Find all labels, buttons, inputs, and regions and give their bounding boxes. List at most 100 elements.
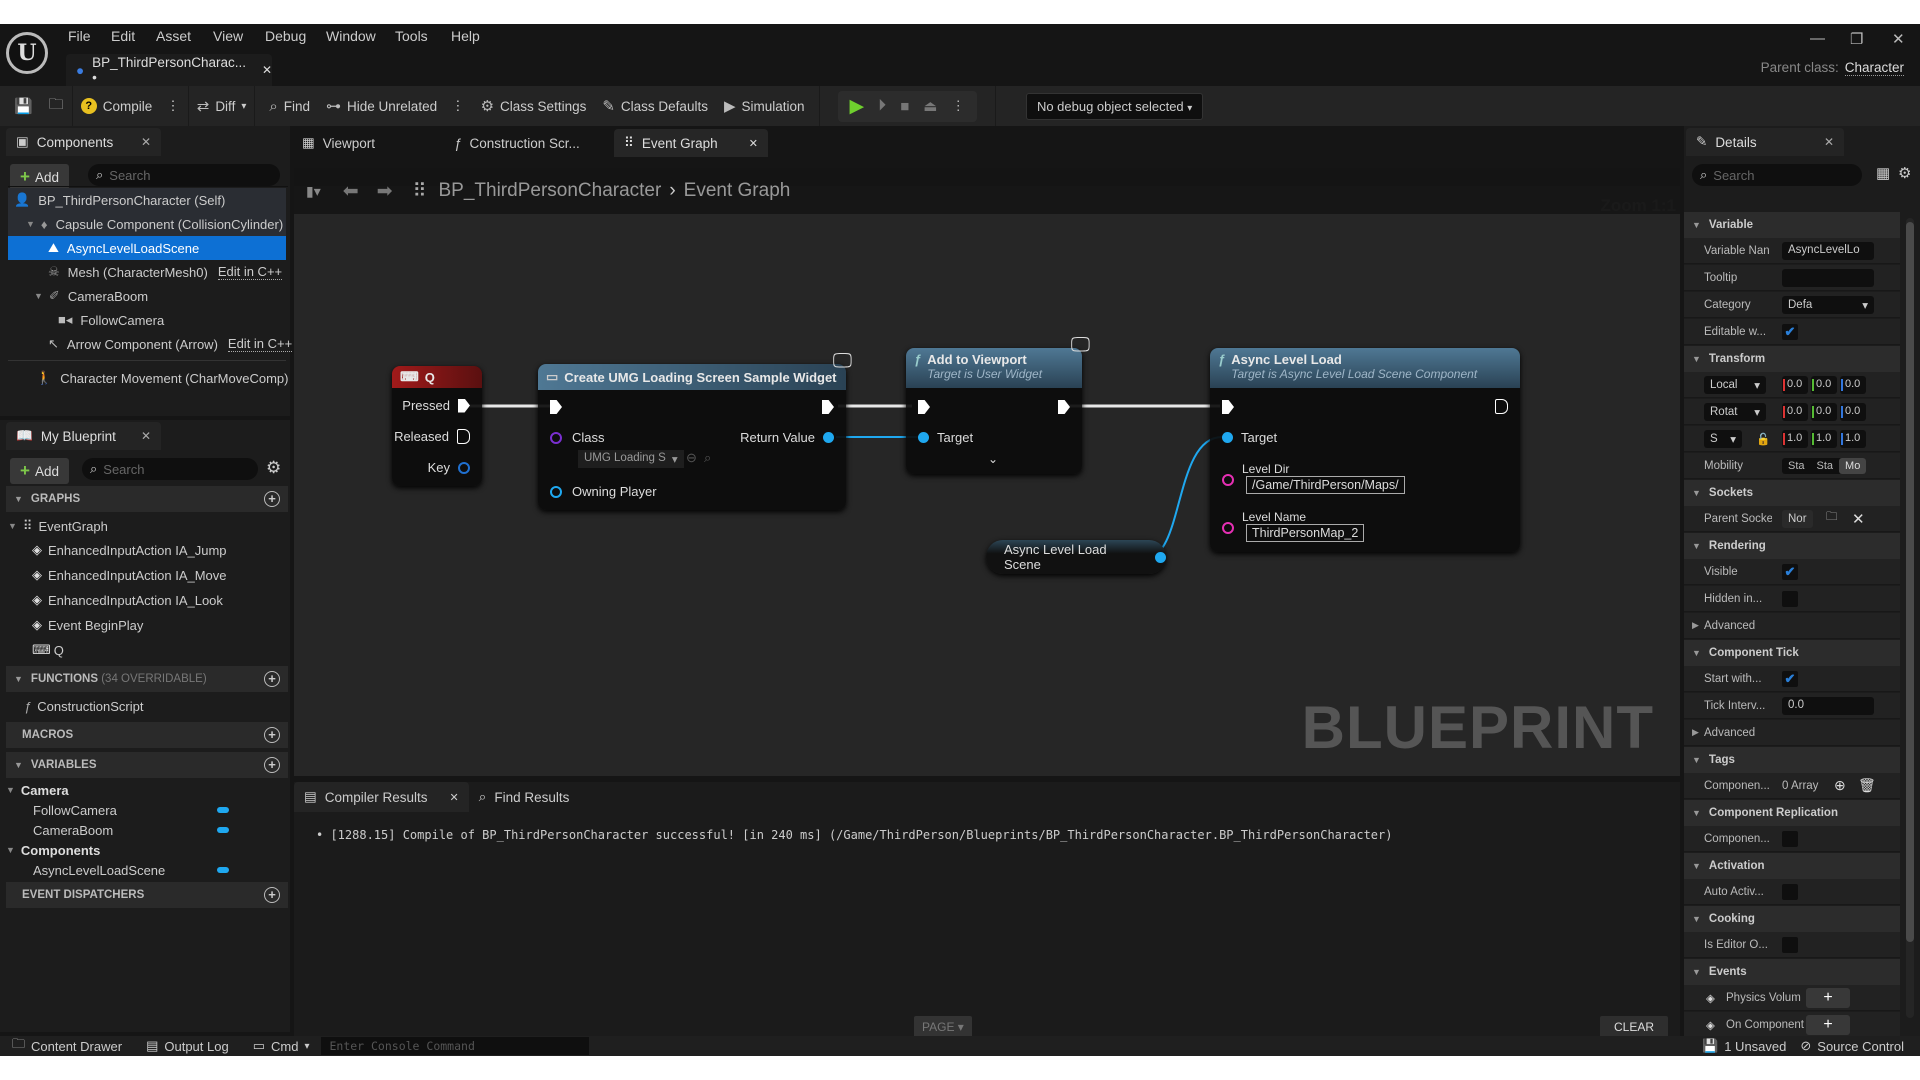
pin-level-name[interactable]: Level Name ThirdPersonMap_2 [1222, 510, 1365, 542]
source-control-button[interactable]: ⊘ Source Control [1800, 1038, 1920, 1054]
back-arrow-icon[interactable]: ⬅ [343, 180, 359, 203]
pin-owning-player[interactable]: Owning Player [550, 484, 657, 499]
exec-in-pin-icon[interactable] [550, 400, 562, 414]
functions-section[interactable]: ▼ FUNCTIONS (34 OVERRIDABLE) + [6, 666, 288, 692]
node-create-widget[interactable]: ▭ Create UMG Loading Screen Sample Widget… [538, 350, 852, 510]
find-button[interactable]: ⌕ Find [255, 86, 318, 126]
scale-mode-select[interactable]: S ▾ [1704, 429, 1742, 448]
close-icon[interactable]: ✕ [749, 137, 758, 150]
tooltip-input[interactable] [1782, 268, 1874, 287]
location-y-input[interactable]: 0.0 [1811, 375, 1837, 394]
section-events[interactable]: ▼ Events [1684, 959, 1900, 985]
close-icon[interactable]: ✕ [262, 63, 272, 77]
menu-debug[interactable]: Debug [265, 28, 306, 44]
tab-find-results[interactable]: ⌕ Find Results [469, 789, 580, 805]
parent-class-link[interactable]: Character [1844, 60, 1904, 76]
exec-in-pin-icon[interactable] [1222, 400, 1234, 414]
variable-item[interactable]: FollowCamera [33, 800, 233, 820]
pin-pressed[interactable]: Pressed [402, 398, 470, 413]
class-defaults-button[interactable]: ✎ Class Defaults [594, 86, 716, 126]
rotation-mode-select[interactable]: Rotat ▾ [1704, 402, 1766, 421]
row-advanced-tick[interactable]: ▶ Advanced [1684, 720, 1900, 746]
clear-socket-icon[interactable]: ✕ [1852, 510, 1865, 528]
section-rendering[interactable]: ▼ Rendering [1684, 533, 1900, 559]
event-graph-canvas[interactable]: Zoom 1:1 BLUEPRINT ⌨Q Pressed Released K… [294, 186, 1680, 776]
node-add-to-viewport[interactable]: ƒ Add to Viewport Target is User Widget 🖵 … [906, 334, 1090, 474]
table-view-icon[interactable]: ▦ [1876, 164, 1890, 182]
compile-options-icon[interactable]: ⋮ [166, 98, 180, 114]
step-icon[interactable]: ⏵ [878, 97, 886, 115]
close-icon[interactable]: ✕ [450, 791, 459, 804]
is-editor-only-checkbox[interactable] [1782, 936, 1798, 953]
add-member-button[interactable]: + Add [10, 458, 69, 484]
menu-help[interactable]: Help [451, 28, 480, 44]
scale-x-input[interactable]: 1.0 [1782, 429, 1808, 448]
tab-construction-script[interactable]: ƒ Construction Scr... [454, 136, 614, 151]
scrollbar-thumb[interactable] [1906, 222, 1914, 942]
function-item[interactable]: ƒ ConstructionScript [24, 694, 143, 718]
exec-out-pin-icon[interactable] [1495, 399, 1508, 414]
play-options-icon[interactable]: ⋮ [951, 98, 965, 114]
graph-item-event[interactable]: ◈ Event BeginPlay [32, 613, 143, 637]
bookmark-icon[interactable]: ▮▾ [306, 183, 321, 200]
section-tags[interactable]: ▼ Tags [1684, 747, 1900, 773]
details-scrollbar[interactable] [1906, 218, 1914, 1018]
node-key-q[interactable]: ⌨ Q Pressed Released Key [392, 366, 482, 486]
menu-window[interactable]: Window [326, 28, 376, 44]
restore-icon[interactable]: ❐ [1850, 30, 1863, 48]
forward-arrow-icon[interactable]: ➡ [377, 180, 393, 203]
menu-edit[interactable]: Edit [111, 28, 135, 44]
section-component-tick[interactable]: ▼ Component Tick [1684, 640, 1900, 666]
level-dir-input[interactable]: /Game/ThirdPerson/Maps/ [1246, 476, 1405, 494]
mobility-movable[interactable]: Mo [1839, 457, 1867, 474]
add-graph-icon[interactable]: + [264, 491, 280, 507]
class-settings-button[interactable]: ⚙ Class Settings [473, 86, 595, 126]
menu-asset[interactable]: Asset [156, 28, 191, 44]
tab-compiler-results[interactable]: ▤ Compiler Results ✕ [294, 782, 469, 812]
section-transform[interactable]: ▼ Transform [1684, 346, 1900, 372]
pin-class[interactable]: Class [550, 430, 605, 445]
section-cooking[interactable]: ▼ Cooking [1684, 906, 1900, 932]
breadcrumb-root[interactable]: BP_ThirdPersonCharacter [439, 180, 662, 202]
rotation-x-input[interactable]: 0.0 [1782, 402, 1808, 421]
graph-item-event[interactable]: ◈ EnhancedInputAction IA_Look [32, 588, 223, 612]
gear-icon[interactable]: ⚙ [1898, 164, 1911, 182]
components-search-input[interactable]: ⌕ Search [88, 164, 280, 186]
event-dispatchers-section[interactable]: EVENT DISPATCHERS + [6, 882, 288, 908]
location-mode-select[interactable]: Local ▾ [1704, 375, 1766, 394]
mobility-static[interactable]: Sta [1782, 458, 1811, 474]
start-with-tick-checkbox[interactable]: ✔ [1782, 670, 1798, 687]
menu-tools[interactable]: Tools [395, 28, 428, 44]
content-drawer-button[interactable]: 🗀 Content Drawer [0, 1035, 134, 1056]
close-icon[interactable]: ✕ [141, 135, 151, 149]
play-icon[interactable]: ▶ [850, 95, 865, 118]
diff-button[interactable]: ⇄ Diff ▾ [189, 86, 255, 126]
mobility-stationary[interactable]: Sta [1811, 458, 1840, 474]
gear-icon[interactable]: ⚙ [266, 458, 281, 478]
variable-item[interactable]: CameraBoom [33, 820, 233, 840]
class-select[interactable]: UMG Loading S ▾ [578, 450, 684, 468]
location-z-input[interactable]: 0.0 [1840, 375, 1866, 394]
graph-item-key-q[interactable]: ⌨ Q [32, 638, 64, 662]
page-dropdown[interactable]: PAGE ▾ [914, 1016, 972, 1038]
expand-chevron-icon[interactable]: ⌄ [988, 452, 998, 466]
debug-object-select[interactable]: No debug object selected ▾ [1025, 92, 1204, 120]
component-item-self[interactable]: 👤 BP_ThirdPersonCharacter (Self) [8, 188, 286, 212]
variable-item[interactable]: AsyncLevelLoadScene [33, 860, 233, 880]
menu-view[interactable]: View [213, 28, 243, 44]
node-async-level-load[interactable]: ƒ Async Level Load Target is Async Level L… [1210, 348, 1520, 552]
my-blueprint-search-input[interactable]: ⌕ Search [82, 458, 258, 480]
scale-z-input[interactable]: 1.0 [1840, 429, 1866, 448]
component-item-arrow[interactable]: ↖ Arrow Component (Arrow) Edit in C++ [8, 332, 293, 356]
eject-icon[interactable]: ⏏ [923, 97, 937, 115]
pin-target[interactable]: Target [1222, 430, 1277, 445]
variables-section[interactable]: ▼ VARIABLES + [6, 752, 288, 778]
category-select[interactable]: Defa ▾ [1782, 295, 1874, 314]
graph-item-event[interactable]: ◈ EnhancedInputAction IA_Move [32, 563, 227, 587]
component-item-charmove[interactable]: 🚶 Character Movement (CharMoveComp) [8, 366, 288, 390]
add-macro-icon[interactable]: + [264, 727, 280, 743]
console-input[interactable]: Enter Console Command [321, 1037, 590, 1055]
components-tab[interactable]: ▣ Components ✕ [6, 128, 161, 156]
section-component-replication[interactable]: ▼ Component Replication [1684, 800, 1900, 826]
browse-socket-icon[interactable]: 🗀 [1826, 509, 1838, 528]
